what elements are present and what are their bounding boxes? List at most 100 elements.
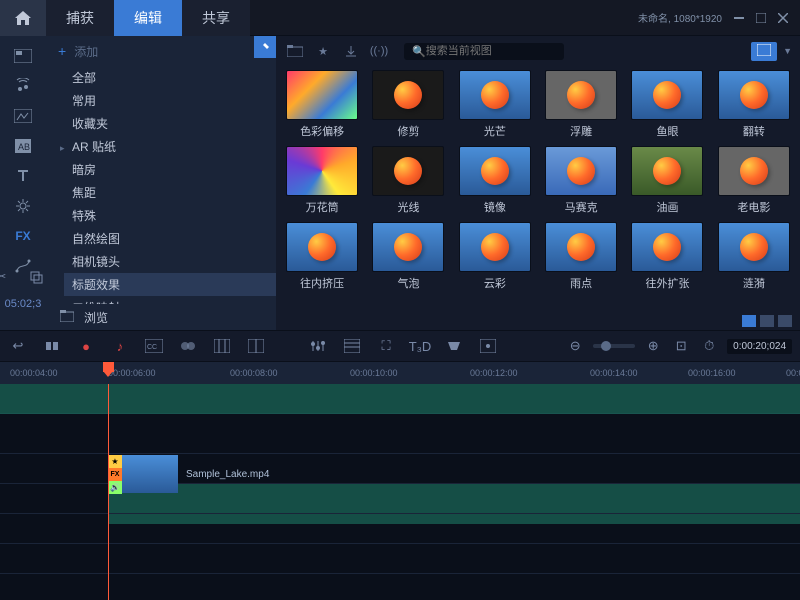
effect-thumb[interactable]: 光线 xyxy=(368,146,448,216)
layout-option-3[interactable] xyxy=(778,315,792,327)
tab-edit[interactable]: 编辑 xyxy=(114,0,182,36)
minimize-button[interactable] xyxy=(732,11,746,25)
effect-thumb[interactable]: 鱼眼 xyxy=(627,70,707,140)
svg-text:AB: AB xyxy=(18,142,30,152)
layout-option-2[interactable] xyxy=(760,315,774,327)
effect-thumb[interactable]: 雨点 xyxy=(541,222,621,292)
search-box[interactable]: 🔍 xyxy=(404,43,564,60)
grid-footer xyxy=(276,312,800,330)
plus-icon[interactable]: + xyxy=(58,43,66,59)
media-clip[interactable]: ★ FX 🔊 Sample_Lake.mp4 xyxy=(108,454,269,494)
tab-share[interactable]: 共享 xyxy=(182,0,250,36)
tool-3d-icon[interactable]: T₃D xyxy=(410,336,430,356)
folder-icon[interactable] xyxy=(284,40,306,62)
track-row[interactable] xyxy=(0,414,800,454)
zoom-out-icon[interactable]: ⊖ xyxy=(565,336,585,356)
effect-thumb[interactable]: 往外扩张 xyxy=(627,222,707,292)
tool-split2-icon[interactable] xyxy=(246,336,266,356)
playhead[interactable] xyxy=(108,384,109,600)
browse-label[interactable]: 浏览 xyxy=(84,309,108,326)
timeline-ruler[interactable]: 00:00:04:0000:00:06:0000:00:08:0000:00:1… xyxy=(0,362,800,384)
stopwatch-icon[interactable]: ⏱ xyxy=(699,336,719,356)
effect-thumb[interactable]: 云彩 xyxy=(455,222,535,292)
title-icon[interactable]: AB xyxy=(7,132,39,160)
zoom-in-icon[interactable]: ⊕ xyxy=(643,336,663,356)
effect-preview xyxy=(545,222,617,272)
settings-icon[interactable] xyxy=(7,192,39,220)
add-label[interactable]: 添加 xyxy=(74,43,98,60)
category-item[interactable]: 暗房 xyxy=(64,158,276,181)
effect-thumb[interactable]: 浮雕 xyxy=(541,70,621,140)
effect-preview xyxy=(372,146,444,196)
home-button[interactable] xyxy=(0,0,46,36)
effect-thumb[interactable]: 色彩偏移 xyxy=(282,70,362,140)
effect-thumb[interactable]: 往内挤压 xyxy=(282,222,362,292)
effect-thumb[interactable]: 万花筒 xyxy=(282,146,362,216)
back-icon[interactable]: ↩ xyxy=(8,336,28,356)
zoom-fit-icon[interactable]: ⊡ xyxy=(671,336,691,356)
effect-thumb[interactable]: 涟漪 xyxy=(714,222,794,292)
category-item[interactable]: 焦距 xyxy=(64,181,276,204)
transition-icon[interactable] xyxy=(7,102,39,130)
timecode-display[interactable]: 0:00:20;024 xyxy=(727,339,792,354)
tool-audio-icon[interactable]: ♪ xyxy=(110,336,130,356)
track-row[interactable] xyxy=(0,544,800,574)
browse-icon[interactable] xyxy=(60,310,74,325)
zoom-slider[interactable] xyxy=(593,344,635,348)
effect-thumb[interactable]: 光芒 xyxy=(455,70,535,140)
grid-view-button[interactable] xyxy=(751,42,777,61)
effect-thumb[interactable]: 马赛克 xyxy=(541,146,621,216)
pin-button[interactable] xyxy=(254,36,276,58)
tool-mask-icon[interactable] xyxy=(444,336,464,356)
tool-subtitle-icon[interactable]: CC xyxy=(144,336,164,356)
effect-thumb[interactable]: 气泡 xyxy=(368,222,448,292)
content-toolbar: ★ ((·)) 🔍 ▼ xyxy=(276,36,800,66)
clip-segment[interactable] xyxy=(0,384,800,414)
ruler-mark: 00:00:16:00 xyxy=(688,368,736,378)
track-row[interactable] xyxy=(0,514,800,544)
effect-label: 马赛克 xyxy=(565,199,598,215)
broadcast-icon[interactable]: ((·)) xyxy=(368,40,390,62)
category-item[interactable]: 收藏夹 xyxy=(64,112,276,135)
text-icon[interactable] xyxy=(7,162,39,190)
category-item[interactable]: 自然绘图 xyxy=(64,227,276,250)
category-item[interactable]: 相机镜头 xyxy=(64,250,276,273)
category-item[interactable]: 标题效果 xyxy=(64,273,276,296)
close-button[interactable] xyxy=(776,11,790,25)
search-icon: 🔍 xyxy=(412,45,426,58)
ruler-mark: 00:00:10:00 xyxy=(350,368,398,378)
tab-capture[interactable]: 捕获 xyxy=(46,0,114,36)
category-item[interactable]: AR 贴纸 xyxy=(64,135,276,158)
panel-icon-1[interactable] xyxy=(7,42,39,70)
favorite-icon[interactable]: ★ xyxy=(312,40,334,62)
tool-guide-icon[interactable] xyxy=(342,336,362,356)
tool-track-icon[interactable] xyxy=(478,336,498,356)
tool-multi-icon[interactable] xyxy=(212,336,232,356)
maximize-button[interactable] xyxy=(754,11,768,25)
search-input[interactable] xyxy=(426,45,556,57)
effect-thumb[interactable]: 修剪 xyxy=(368,70,448,140)
tool-record-icon[interactable]: ● xyxy=(76,336,96,356)
view-dropdown-icon[interactable]: ▼ xyxy=(783,46,792,56)
effect-thumb[interactable]: 镜像 xyxy=(455,146,535,216)
category-item[interactable]: 全部 xyxy=(64,66,276,89)
category-item[interactable]: 二维映射 xyxy=(64,296,276,304)
layout-option-1[interactable] xyxy=(742,315,756,327)
cut-icon[interactable]: ✂ xyxy=(0,270,17,290)
tool-blend-icon[interactable] xyxy=(178,336,198,356)
fx-icon[interactable]: FX xyxy=(7,222,39,250)
import-icon[interactable] xyxy=(340,40,362,62)
tool-mixer-icon[interactable] xyxy=(308,336,328,356)
category-item[interactable]: 特殊 xyxy=(64,204,276,227)
effect-thumb[interactable]: 翻转 xyxy=(714,70,794,140)
copy-icon[interactable] xyxy=(29,270,49,290)
effect-thumb[interactable]: 老电影 xyxy=(714,146,794,216)
effect-thumb[interactable]: 油画 xyxy=(627,146,707,216)
category-item[interactable]: 常用 xyxy=(64,89,276,112)
audio-icon[interactable] xyxy=(7,72,39,100)
tool-1-icon[interactable] xyxy=(42,336,62,356)
timeline[interactable]: ★ FX 🔊 Sample_Lake.mp4 xyxy=(0,384,800,600)
track-row[interactable] xyxy=(0,384,800,414)
clip-timecode: 05:02;3 xyxy=(5,294,42,314)
tool-focus-icon[interactable]: ⛶ xyxy=(376,336,396,356)
